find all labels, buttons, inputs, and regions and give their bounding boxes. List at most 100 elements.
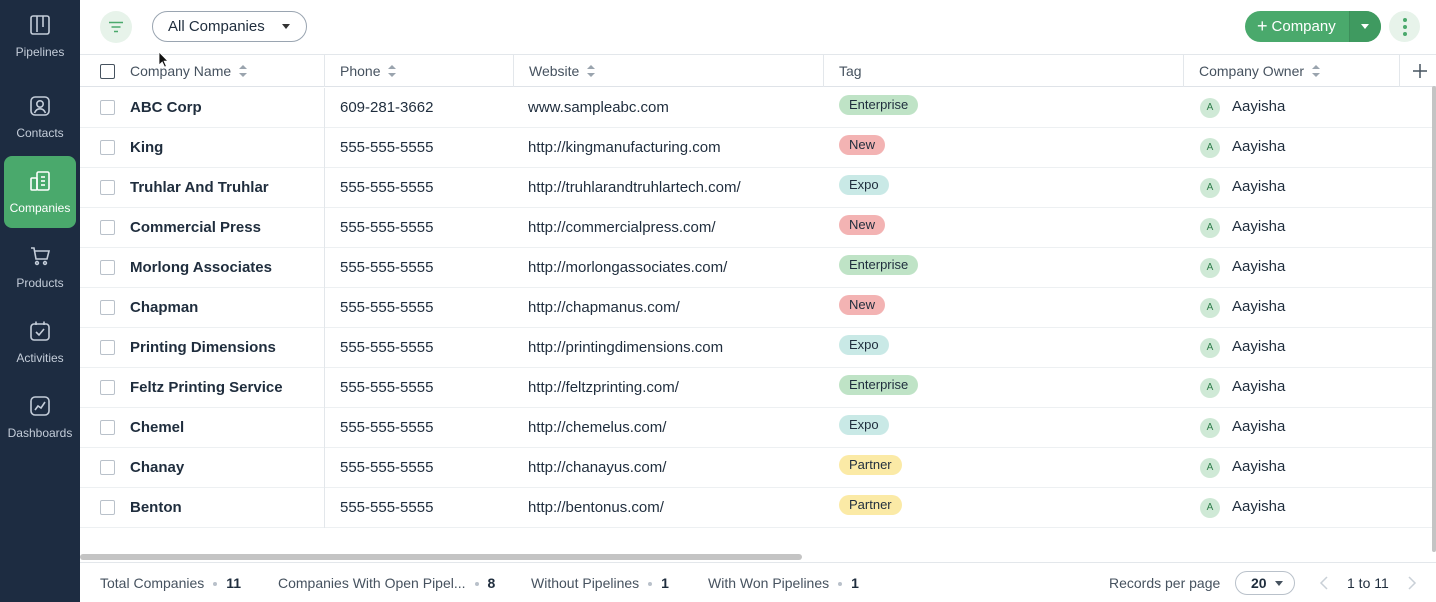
website-link[interactable]: http://chanayus.com/ [528, 448, 666, 488]
tag-badge: Expo [839, 415, 889, 435]
row-checkbox[interactable] [100, 340, 115, 355]
column-divider [324, 248, 325, 288]
website-link[interactable]: http://printingdimensions.com [528, 328, 723, 368]
website-link[interactable]: www.sampleabc.com [528, 88, 669, 128]
table-row[interactable]: Commercial Press 555-555-5555 http://comme… [80, 208, 1436, 248]
stat-label: Without Pipelines [531, 575, 640, 591]
column-divider [324, 168, 325, 208]
owner-name: Aayisha [1232, 138, 1286, 155]
table-row[interactable]: ABC Corp 609-281-3662 www.sampleabc.com Ent… [80, 88, 1436, 128]
add-company-button[interactable]: + Company [1245, 11, 1381, 42]
stat-value: 1 [851, 575, 859, 591]
table-row[interactable]: King 555-555-5555 http://kingmanufacturing… [80, 128, 1436, 168]
website-link[interactable]: http://feltzprinting.com/ [528, 368, 679, 408]
column-company-name[interactable]: Company Name [80, 55, 325, 87]
column-divider [324, 128, 325, 168]
table-row[interactable]: Chapman 555-555-5555 http://chapmanus.com/… [80, 288, 1436, 328]
table-row[interactable]: Feltz Printing Service 555-555-5555 http:/… [80, 368, 1436, 408]
row-checkbox[interactable] [100, 300, 115, 315]
vertical-scrollbar[interactable] [1432, 86, 1436, 552]
chevron-right-icon[interactable] [1404, 575, 1418, 591]
sort-icon[interactable] [388, 65, 397, 78]
tag-badge: Enterprise [839, 375, 919, 395]
company-name-link[interactable]: ABC Corp [130, 88, 202, 128]
website-link[interactable]: http://morlongassociates.com/ [528, 248, 727, 288]
horizontal-scrollbar[interactable] [80, 554, 802, 560]
company-name-link[interactable]: Commercial Press [130, 208, 261, 248]
phone-cell: 609-281-3662 [340, 99, 434, 116]
row-checkbox[interactable] [100, 180, 115, 195]
company-name-link[interactable]: Benton [130, 488, 182, 528]
company-name-link[interactable]: Feltz Printing Service [130, 368, 283, 408]
company-name-link[interactable]: Printing Dimensions [130, 328, 276, 368]
company-name-link[interactable]: Chapman [130, 288, 198, 328]
row-checkbox[interactable] [100, 220, 115, 235]
column-divider [324, 208, 325, 248]
website-link[interactable]: http://chemelus.com/ [528, 408, 666, 448]
company-name-link[interactable]: Chanay [130, 448, 184, 488]
phone-cell: 555-555-5555 [340, 419, 434, 436]
sidebar-item-contacts[interactable]: Contacts [4, 81, 76, 153]
sidebar-item-label: Contacts [16, 126, 64, 140]
owner-name: Aayisha [1232, 378, 1286, 395]
add-column-icon[interactable] [1410, 61, 1430, 81]
select-all-checkbox[interactable] [100, 64, 115, 79]
table-row[interactable]: Printing Dimensions 555-555-5555 http://pr… [80, 328, 1436, 368]
column-company-owner[interactable]: Company Owner [1184, 55, 1400, 87]
pipelines-icon [30, 15, 50, 35]
sidebar-item-companies[interactable]: Companies [4, 156, 76, 228]
owner-name: Aayisha [1232, 218, 1286, 235]
company-name-link[interactable]: Morlong Associates [130, 248, 272, 288]
column-divider [324, 328, 325, 368]
row-checkbox[interactable] [100, 380, 115, 395]
sidebar-item-activities[interactable]: Activities [4, 306, 76, 378]
stat-value: 11 [226, 575, 242, 591]
website-link[interactable]: http://kingmanufacturing.com [528, 128, 721, 168]
avatar: A [1200, 418, 1220, 438]
tag-badge: Partner [839, 495, 902, 515]
website-link[interactable]: http://bentonus.com/ [528, 488, 664, 528]
table-row[interactable]: Morlong Associates 555-555-5555 http://mor… [80, 248, 1436, 288]
row-checkbox[interactable] [100, 420, 115, 435]
sidebar-item-dashboards[interactable]: Dashboards [4, 381, 76, 453]
records-per-page-select[interactable]: 20 [1235, 571, 1295, 595]
row-checkbox[interactable] [100, 260, 115, 275]
row-checkbox[interactable] [100, 460, 115, 475]
sidebar-item-label: Dashboards [7, 426, 73, 440]
company-name-link[interactable]: Chemel [130, 408, 184, 448]
sidebar-item-pipelines[interactable]: Pipelines [4, 0, 76, 72]
sidebar-item-label: Activities [16, 351, 64, 365]
row-checkbox[interactable] [100, 500, 115, 515]
view-selector[interactable]: All Companies [152, 11, 307, 42]
row-checkbox[interactable] [100, 100, 115, 115]
row-checkbox[interactable] [100, 140, 115, 155]
more-options-button[interactable] [1389, 11, 1420, 42]
sort-icon[interactable] [1312, 65, 1321, 78]
column-label: Website [529, 63, 580, 79]
company-name-link[interactable]: King [130, 128, 163, 168]
avatar: A [1200, 298, 1220, 318]
website-link[interactable]: http://commercialpress.com/ [528, 208, 716, 248]
website-link[interactable]: http://chapmanus.com/ [528, 288, 680, 328]
chevron-left-icon[interactable] [1318, 575, 1332, 591]
add-company-dropdown[interactable] [1349, 11, 1381, 42]
sort-icon[interactable] [239, 65, 248, 78]
table-row[interactable]: Chanay 555-555-5555 http://chanayus.com/Pa… [80, 448, 1436, 488]
website-link[interactable]: http://truhlarandtruhlartech.com/ [528, 168, 741, 208]
column-website[interactable]: Website [514, 55, 824, 87]
table-row[interactable]: Truhlar And Truhlar 555-555-5555 http://tr… [80, 168, 1436, 208]
table-row[interactable]: Benton 555-555-5555 http://bentonus.com/Pa… [80, 488, 1436, 528]
tag-badge: Partner [839, 455, 902, 475]
sidebar-item-products[interactable]: Products [4, 231, 76, 303]
table-row[interactable]: Chemel 555-555-5555 http://chemelus.com/Ex… [80, 408, 1436, 448]
column-divider [324, 368, 325, 408]
tag-badge: Expo [839, 335, 889, 355]
tag-badge: Enterprise [839, 255, 919, 275]
sort-icon[interactable] [587, 65, 596, 78]
filter-button[interactable] [100, 11, 132, 43]
add-company-main[interactable]: + Company [1245, 11, 1349, 42]
column-tag[interactable]: Tag [824, 55, 1184, 87]
column-phone[interactable]: Phone [325, 55, 514, 87]
column-divider [324, 448, 325, 488]
company-name-link[interactable]: Truhlar And Truhlar [130, 168, 269, 208]
